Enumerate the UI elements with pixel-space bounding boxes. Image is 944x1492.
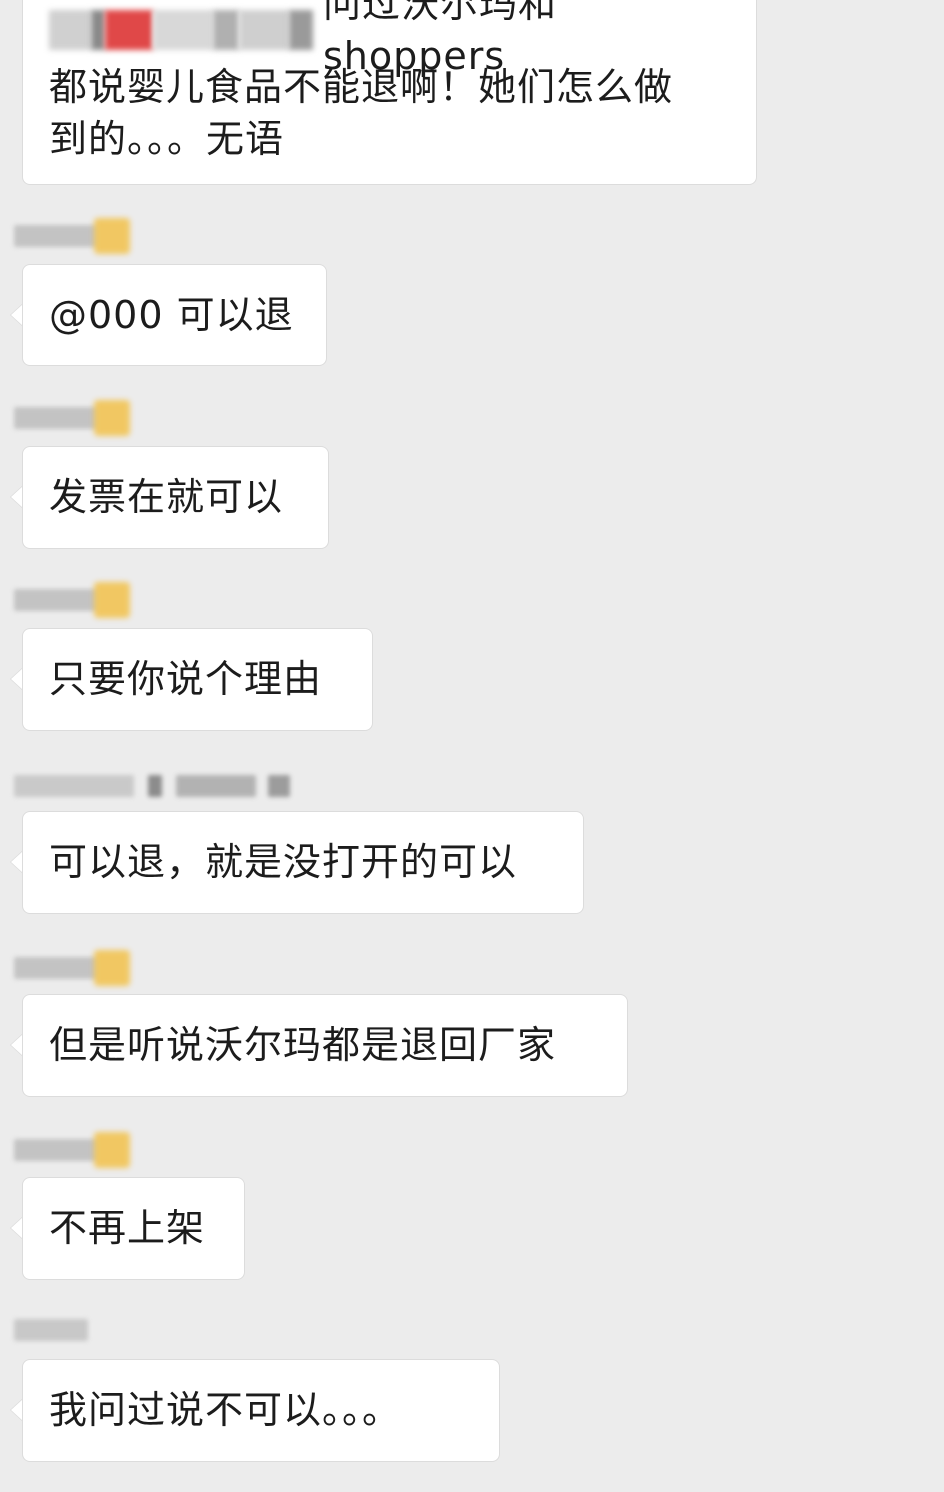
- message-text: @000 可以退: [49, 293, 294, 337]
- chat-message-list[interactable]: 问过沃尔玛和shoppers 都说婴儿食品不能退啊！她们怎么做 到的。。。无语 …: [0, 0, 944, 1492]
- message-bubble[interactable]: 只要你说个理由: [22, 628, 373, 731]
- message-text-line: 问过沃尔玛和shoppers: [49, 0, 730, 78]
- sender-name-blurred: [14, 400, 130, 436]
- message-text-line: 到的。。。无语: [49, 117, 285, 161]
- message-text: 可以退，就是没打开的可以: [49, 840, 518, 884]
- sender-name-blurred: [14, 218, 130, 254]
- message-bubble[interactable]: 可以退，就是没打开的可以: [22, 811, 584, 914]
- emoji-icon: [94, 400, 130, 436]
- sender-name-blurred: [14, 582, 130, 618]
- message-bubble[interactable]: 不再上架: [22, 1177, 245, 1280]
- message-text-line: 都说婴儿食品不能退啊！她们怎么做: [49, 65, 674, 109]
- sender-name-blurred: [14, 768, 290, 804]
- message-text: 只要你说个理由: [49, 657, 323, 701]
- message-bubble[interactable]: 我问过说不可以。。。: [22, 1359, 500, 1462]
- emoji-icon: [94, 218, 130, 254]
- message-text: 发票在就可以: [49, 475, 284, 519]
- message-text: 但是听说沃尔玛都是退回厂家: [49, 1023, 557, 1067]
- blurred-mention: [49, 10, 313, 50]
- message-text: 我问过说不可以。。。: [49, 1388, 402, 1432]
- message-bubble[interactable]: 问过沃尔玛和shoppers 都说婴儿食品不能退啊！她们怎么做 到的。。。无语: [22, 0, 757, 185]
- emoji-icon: [94, 950, 130, 986]
- emoji-icon: [94, 582, 130, 618]
- sender-name-blurred: [14, 950, 130, 986]
- message-text: 不再上架: [49, 1206, 206, 1250]
- sender-name-blurred: [14, 1312, 88, 1348]
- message-bubble[interactable]: @000 可以退: [22, 264, 327, 366]
- emoji-icon: [94, 1132, 130, 1168]
- message-bubble[interactable]: 但是听说沃尔玛都是退回厂家: [22, 994, 628, 1097]
- sender-name-blurred: [14, 1132, 130, 1168]
- message-bubble[interactable]: 发票在就可以: [22, 446, 329, 549]
